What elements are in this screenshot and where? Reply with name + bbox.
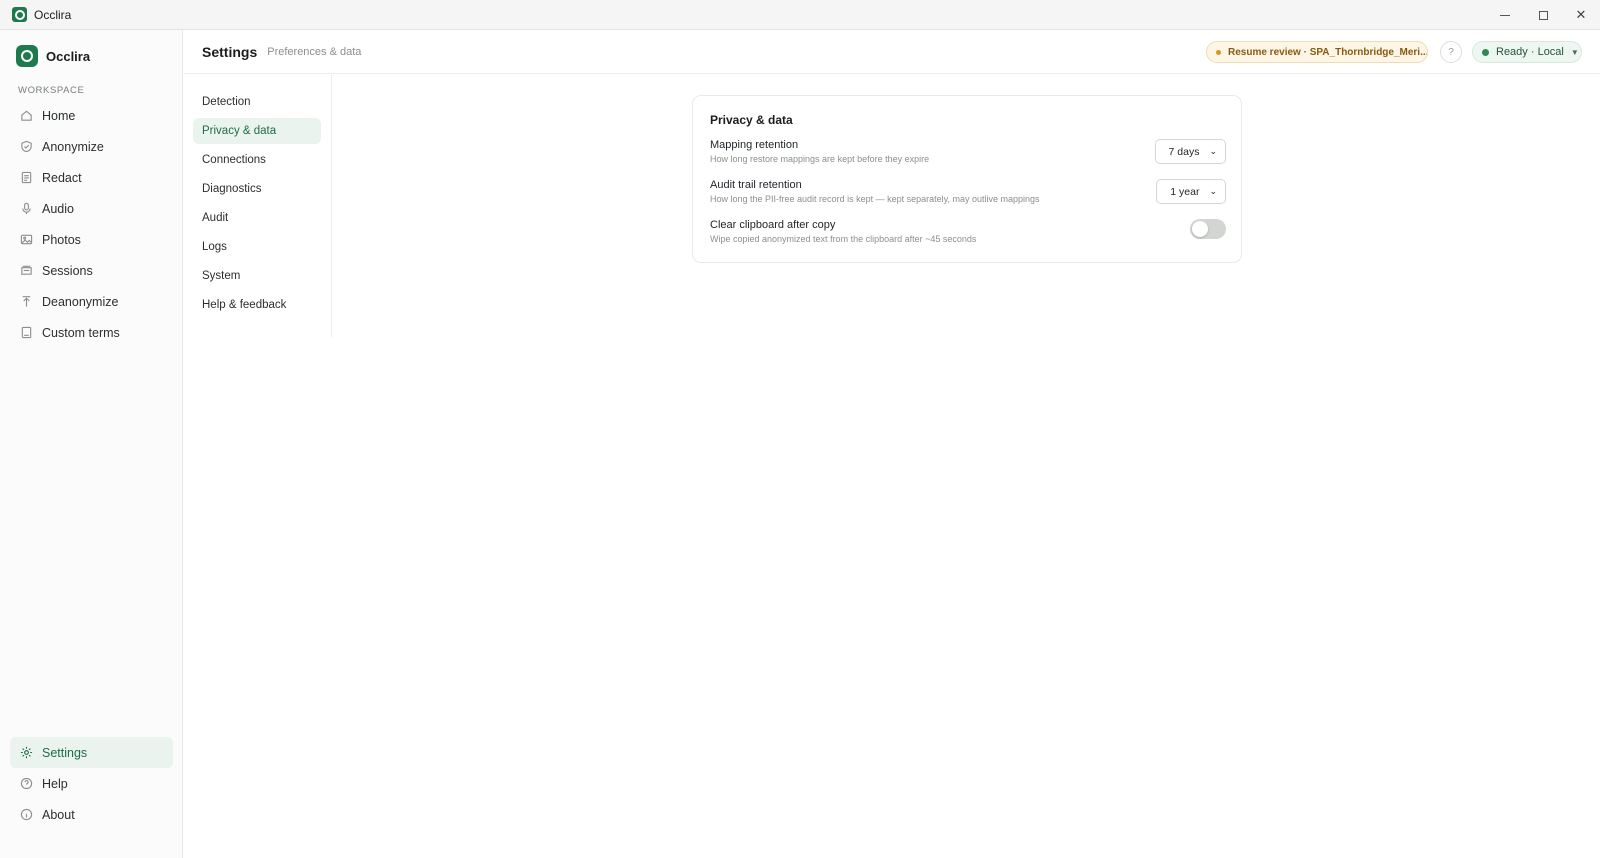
- close-button[interactable]: ✕: [1562, 0, 1600, 30]
- home-icon: [20, 109, 33, 122]
- sidebar-item-help[interactable]: Help: [10, 768, 173, 799]
- subnav-item-audit[interactable]: Audit: [193, 205, 321, 231]
- help-button[interactable]: ?: [1440, 41, 1462, 63]
- minimize-button[interactable]: [1486, 0, 1524, 30]
- chevron-down-icon: ▼: [1570, 47, 1579, 57]
- status-dropdown[interactable]: Ready · Local ▼: [1472, 41, 1582, 63]
- sidebar-item-label: Deanonymize: [42, 294, 119, 309]
- gear-icon: [20, 746, 33, 759]
- subnav-item-detection[interactable]: Detection: [193, 89, 321, 115]
- info-icon: [20, 808, 33, 821]
- app-logo-icon: [12, 7, 27, 22]
- close-icon: ✕: [1575, 7, 1587, 22]
- window-title: Occlira: [34, 7, 72, 22]
- subnav-item-diagnostics[interactable]: Diagnostics: [193, 176, 321, 202]
- page-subtitle: Preferences & data: [267, 45, 362, 58]
- sidebar-item-label: Home: [42, 108, 76, 123]
- document-icon: [20, 171, 33, 184]
- title-bar: Occlira ✕: [0, 0, 1600, 30]
- sidebar-item-label: Photos: [42, 232, 81, 247]
- setting-description: How long restore mappings are kept befor…: [710, 154, 930, 164]
- clear-clipboard-toggle[interactable]: [1190, 219, 1226, 239]
- mapping-retention-select[interactable]: 7 days ⌄: [1154, 139, 1226, 164]
- setting-description: How long the PII-free audit record is ke…: [710, 194, 1040, 204]
- sidebar-nav: Home Anonymize Redact Audio Photos Sessi…: [10, 100, 173, 348]
- stack-icon: [20, 264, 33, 277]
- subnav-item-connections[interactable]: Connections: [193, 147, 321, 173]
- resume-review-button[interactable]: Resume review · SPA_Thornbridge_Meri...: [1206, 41, 1428, 63]
- subnav-item-logs[interactable]: Logs: [193, 234, 321, 260]
- sidebar-item-label: Settings: [42, 745, 88, 760]
- microphone-icon: [20, 202, 33, 215]
- setting-row-clear-clipboard: Clear clipboard after copy Wipe copied a…: [710, 219, 1226, 244]
- privacy-settings-card: Privacy & data Mapping retention How lon…: [692, 95, 1242, 263]
- card-title: Privacy & data: [710, 113, 793, 127]
- page-header: Settings Preferences & data Resume revie…: [184, 30, 1600, 74]
- settings-subnav: Detection Privacy & data Connections Dia…: [184, 75, 332, 337]
- page-title: Settings: [202, 43, 258, 60]
- sidebar-item-about[interactable]: About: [10, 799, 173, 830]
- setting-row-mapping-retention: Mapping retention How long restore mappi…: [710, 139, 1226, 164]
- resume-review-label: Resume review · SPA_Thornbridge_Meri...: [1228, 46, 1428, 58]
- subnav-item-privacy-data[interactable]: Privacy & data: [193, 118, 321, 144]
- brand[interactable]: Occlira: [16, 45, 90, 67]
- sidebar-item-custom-terms[interactable]: Custom terms: [10, 317, 173, 348]
- help-icon: [20, 777, 33, 790]
- help-icon: ?: [1448, 46, 1454, 58]
- subnav-item-system[interactable]: System: [193, 263, 321, 289]
- setting-label: Clear clipboard after copy: [710, 219, 836, 231]
- window-controls: ✕: [1486, 0, 1600, 30]
- sidebar-item-sessions[interactable]: Sessions: [10, 255, 173, 286]
- pending-dot-icon: [1216, 49, 1221, 55]
- sidebar-item-photos[interactable]: Photos: [10, 224, 173, 255]
- sidebar-item-label: Anonymize: [42, 139, 104, 154]
- subnav-item-help-feedback[interactable]: Help & feedback: [193, 292, 321, 318]
- setting-description: Wipe copied anonymized text from the cli…: [710, 234, 977, 244]
- brand-logo-icon: [16, 45, 38, 67]
- sidebar-item-audio[interactable]: Audio: [10, 193, 173, 224]
- unlock-icon: [20, 295, 33, 308]
- sidebar-item-label: Custom terms: [42, 325, 120, 340]
- setting-label: Mapping retention: [710, 139, 799, 151]
- shield-icon: [20, 140, 33, 153]
- status-dot-icon: [1482, 48, 1489, 56]
- select-value: 1 year: [1170, 185, 1200, 198]
- sidebar-item-settings[interactable]: Settings: [10, 737, 173, 768]
- brand-name: Occlira: [46, 48, 91, 64]
- chevron-down-icon: ⌄: [1209, 186, 1217, 196]
- setting-label: Audit trail retention: [710, 179, 802, 191]
- setting-row-audit-retention: Audit trail retention How long the PII-f…: [710, 179, 1226, 204]
- sidebar-item-home[interactable]: Home: [10, 100, 173, 131]
- audit-retention-select[interactable]: 1 year ⌄: [1156, 179, 1226, 204]
- sidebar-item-label: About: [42, 807, 75, 822]
- minimize-icon: [1500, 14, 1510, 16]
- select-value: 7 days: [1168, 145, 1200, 158]
- sidebar-item-label: Redact: [42, 170, 82, 185]
- sidebar-item-deanonymize[interactable]: Deanonymize: [10, 286, 173, 317]
- image-icon: [20, 233, 33, 246]
- sidebar-item-label: Help: [42, 776, 68, 791]
- maximize-icon: [1538, 10, 1548, 20]
- sidebar: Occlira WORKSPACE Home Anonymize Redact …: [0, 30, 183, 858]
- maximize-button[interactable]: [1524, 0, 1562, 30]
- sidebar-item-label: Audio: [42, 201, 74, 216]
- book-icon: [20, 326, 33, 339]
- status-label: Ready · Local: [1496, 46, 1564, 58]
- chevron-down-icon: ⌄: [1209, 146, 1217, 156]
- sidebar-bottom-nav: Settings Help About: [10, 737, 173, 830]
- sidebar-item-label: Sessions: [42, 263, 93, 278]
- section-label-workspace: WORKSPACE: [18, 85, 85, 96]
- sidebar-item-anonymize[interactable]: Anonymize: [10, 131, 173, 162]
- sidebar-item-redact[interactable]: Redact: [10, 162, 173, 193]
